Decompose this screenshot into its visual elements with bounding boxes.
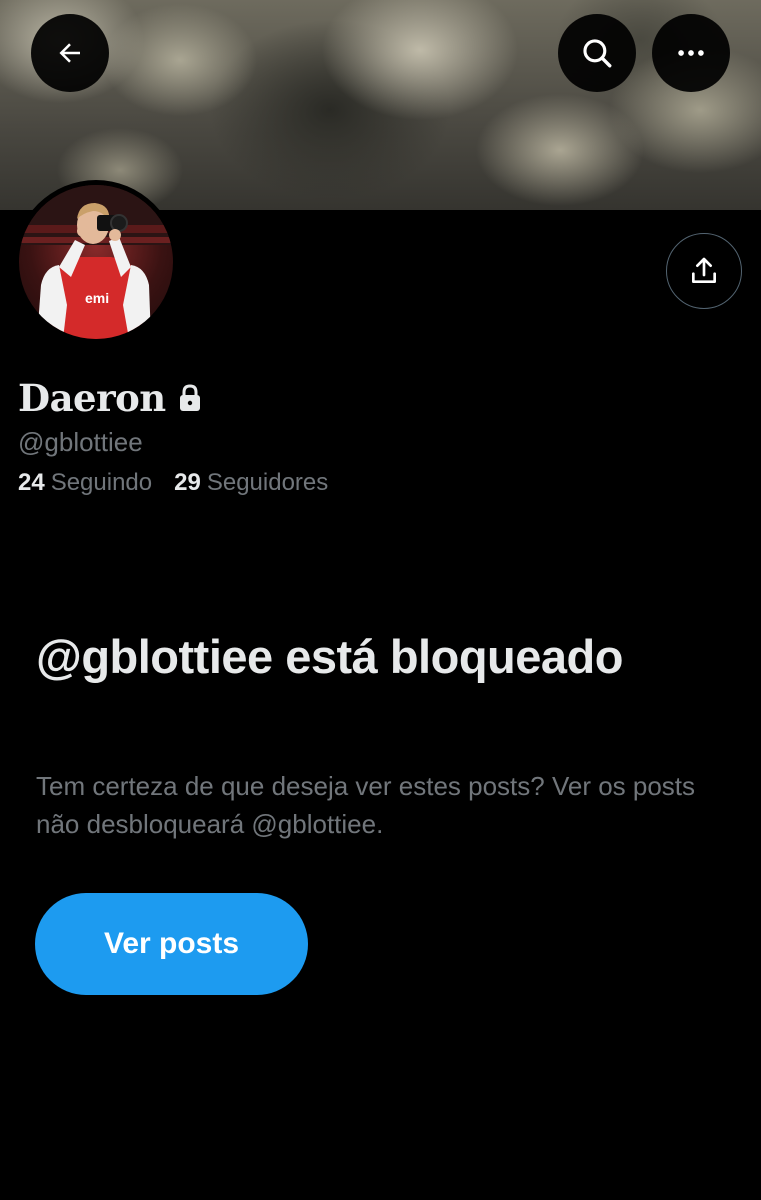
followers-link[interactable]: 29 Seguidores — [174, 469, 328, 497]
avatar-image: emi — [19, 185, 173, 339]
blocked-description: Tem certeza de que deseja ver estes post… — [36, 771, 696, 839]
lock-icon — [178, 384, 202, 412]
display-name: Daeron — [18, 376, 166, 420]
profile-name-row: Daeron — [18, 374, 202, 422]
following-label: Seguindo — [50, 469, 153, 496]
profile-handle: @gblottiee — [18, 427, 143, 457]
avatar[interactable]: emi — [14, 180, 178, 344]
profile-banner[interactable] — [0, 0, 761, 210]
share-upload-icon — [692, 257, 716, 283]
followers-label: Seguidores — [206, 469, 329, 496]
search-icon — [583, 39, 612, 68]
more-options-button[interactable] — [652, 14, 730, 92]
following-link[interactable]: 24 Seguindo — [18, 469, 152, 497]
following-count: 24 — [18, 469, 45, 496]
view-posts-button[interactable]: Ver posts — [35, 893, 308, 995]
profile-stats: 24 Seguindo 29 Seguidores — [18, 469, 328, 497]
followers-count: 29 — [174, 469, 201, 496]
svg-text:emi: emi — [85, 290, 109, 306]
arrow-left-icon — [59, 43, 80, 63]
share-button[interactable] — [666, 233, 742, 309]
back-button[interactable] — [31, 14, 109, 92]
blocked-title: @gblottiee está bloqueado — [36, 630, 623, 683]
search-button[interactable] — [558, 14, 636, 92]
more-horizontal-icon — [678, 50, 704, 56]
